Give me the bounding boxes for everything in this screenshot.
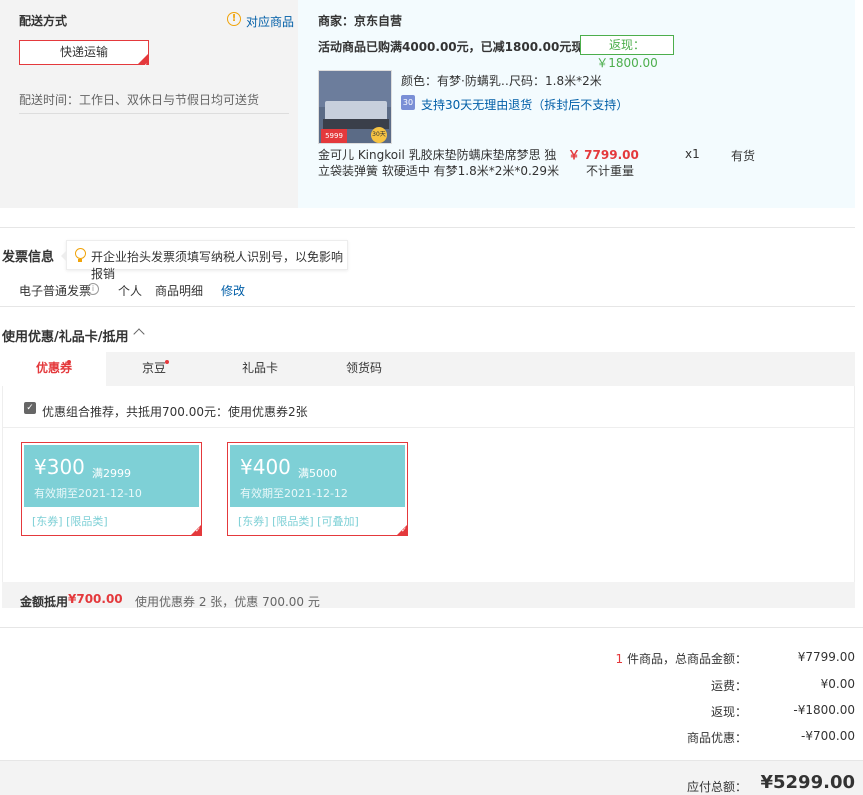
product-image[interactable]: 5999 30天: [318, 70, 392, 144]
product-weight: 不计重量: [586, 164, 635, 178]
tab-coupons[interactable]: 优惠券: [2, 352, 106, 386]
product-image-badge: 30天: [371, 127, 387, 143]
selected-check-icon: [137, 53, 149, 78]
coupon-condition: 满2999: [92, 467, 131, 480]
coupon-tags: [东券] [限品类] [可叠加]: [238, 515, 359, 528]
goods-total: ¥7799.00: [797, 650, 855, 664]
product-stock: 有货: [731, 149, 756, 163]
tab-dot: [165, 360, 169, 364]
delivery-divider: [19, 113, 289, 114]
return-30day-icon: 30: [401, 95, 415, 110]
divider-3: [0, 627, 863, 628]
delivery-time: 配送时间：工作日、双休日与节假日均可送货: [19, 93, 260, 107]
product-qty: x1: [685, 147, 700, 161]
discount-label: 金额抵用: [20, 595, 69, 609]
shipping-value: ¥0.00: [820, 677, 855, 691]
product-image-price: 5999: [321, 129, 347, 143]
product-size: 尺码：1.8米*2米: [509, 74, 602, 88]
promo-text: 活动商品已购满4000.00元，已减1800.00元现金: [318, 40, 596, 54]
recommend-text: 优惠组合推荐，共抵用700.00元：使用优惠券2张: [42, 405, 308, 419]
product-color: 颜色：有梦·防螨乳…: [401, 74, 513, 88]
divider-1: [0, 227, 855, 228]
selected-check-icon: [396, 524, 408, 536]
tab-jd-beans-label: 京豆: [141, 361, 166, 375]
tab-redeem-code-label: 领货码: [345, 361, 382, 375]
delivery-title: 配送方式: [19, 14, 68, 28]
warning-icon: !: [227, 12, 241, 26]
product-name-line2[interactable]: 立袋装弹簧 软硬适中 有梦1.8米*2米*0.29米: [318, 162, 559, 179]
coupon-condition: 满5000: [298, 467, 337, 480]
invoice-holder: 个人: [118, 284, 143, 298]
discount-bar: [2, 582, 855, 608]
coupon-amount: ¥400: [240, 455, 291, 479]
info-icon[interactable]: i: [87, 283, 99, 295]
tab-gift-card[interactable]: 礼品卡: [212, 352, 308, 386]
coupon-card[interactable]: ¥400 满5000 有效期至2021-12-12 [东券] [限品类] [可叠…: [227, 442, 408, 536]
goods-count: 1 件商品，总商品金额：: [616, 650, 747, 667]
promo-value: -¥700.00: [801, 729, 855, 743]
coupon-section-title: 使用优惠/礼品卡/抵用: [2, 330, 129, 345]
coupon-card[interactable]: ¥300 满2999 有效期至2021-12-10 [东券] [限品类]: [21, 442, 202, 536]
coupon-tags: [东券] [限品类]: [32, 515, 108, 528]
product-name-line1[interactable]: 金可儿 Kingkoil 乳胶床垫防螨床垫席梦思 独: [318, 146, 556, 163]
match-products-link[interactable]: 对应商品: [246, 13, 294, 30]
rebate-label: 返现：: [710, 705, 747, 719]
total-value: ¥5299.00: [760, 772, 855, 793]
return-policy: 支持30天无理由退货（拆封后不支持）: [421, 98, 629, 112]
goods-count-text: 件商品，总商品金额：: [623, 652, 747, 666]
product-price: ￥ 7799.00: [568, 148, 639, 162]
tab-dot: [67, 360, 71, 364]
coupon-card-top: ¥300 满2999 有效期至2021-12-10: [24, 445, 199, 507]
rebate-tag: 返现：￥1800.00: [580, 35, 674, 70]
coupon-amount: ¥300: [34, 455, 85, 479]
total-label: 应付总额：: [686, 780, 747, 794]
divider-2: [0, 306, 855, 307]
coupon-validity: 有效期至2021-12-12: [240, 487, 348, 500]
promo-label: 商品优惠：: [686, 731, 747, 745]
shipping-label: 运费：: [710, 679, 747, 693]
recommend-checkbox[interactable]: ✓: [24, 402, 36, 414]
chevron-up-icon[interactable]: [133, 328, 145, 340]
tab-redeem-code[interactable]: 领货码: [316, 352, 412, 386]
invoice-tip-text: 开企业抬头发票须填写纳税人识别号，以免影响报销: [91, 250, 344, 281]
invoice-type: 电子普通发票: [19, 284, 92, 298]
invoice-edit-link[interactable]: 修改: [221, 282, 245, 299]
coupon-card-top: ¥400 满5000 有效期至2021-12-12: [230, 445, 405, 507]
express-shipping-option[interactable]: 快递运输: [19, 40, 149, 78]
invoice-title: 发票信息: [2, 250, 55, 265]
discount-value: ¥700.00: [68, 592, 123, 606]
invoice-tip: 开企业抬头发票须填写纳税人识别号，以免影响报销: [61, 240, 348, 281]
selected-check-icon: [190, 524, 202, 536]
coupon-validity: 有效期至2021-12-10: [34, 487, 142, 500]
lightbulb-icon: [75, 248, 86, 262]
discount-desc: 使用优惠券 2 张，优惠 700.00 元: [135, 595, 320, 609]
invoice-content: 商品明细: [155, 284, 204, 298]
merchant-name: 商家：京东自营: [318, 14, 403, 28]
tab-gift-card-label: 礼品卡: [241, 361, 278, 375]
shipping-method-label: 快递运输: [59, 45, 108, 59]
coupon-divider: [2, 427, 855, 428]
rebate-value: -¥1800.00: [793, 703, 855, 717]
tab-jd-beans[interactable]: 京豆: [106, 352, 202, 386]
